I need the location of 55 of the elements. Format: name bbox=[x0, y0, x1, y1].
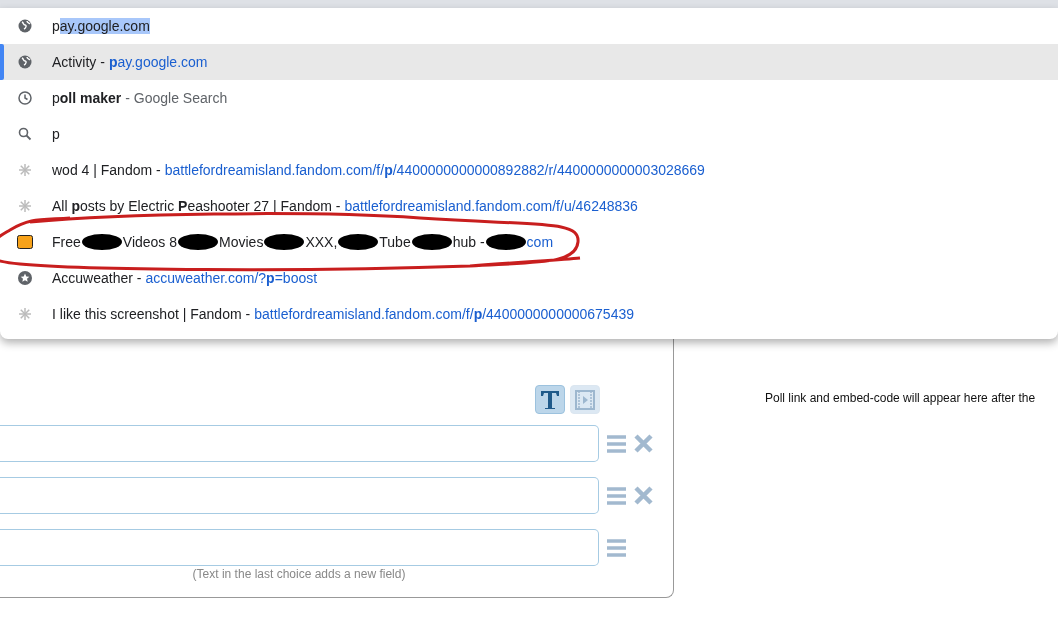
suggestion-item[interactable]: Accuweather - accuweather.com/?p=boost bbox=[0, 260, 1058, 296]
redaction-mark bbox=[178, 233, 219, 251]
redaction-mark bbox=[264, 233, 305, 251]
flower-icon bbox=[17, 198, 33, 214]
suggestion-text: Activity - bbox=[52, 54, 105, 70]
drag-handle-icon[interactable] bbox=[607, 486, 626, 505]
redaction-mark bbox=[338, 233, 379, 251]
redaction-mark bbox=[81, 233, 122, 251]
suggestion-source: - Google Search bbox=[125, 90, 228, 106]
film-icon bbox=[574, 388, 596, 411]
suggestion-item[interactable]: I like this screenshot | Fandom - battlefordreamisland.fandom.com/f/p/4400000000000675439 bbox=[0, 296, 1058, 332]
site-logo-icon bbox=[17, 234, 33, 250]
suggestion-item[interactable]: wod 4 | Fandom - battlefordreamisland.fandom.com/f/p/4400000000000892882/r/4400000000003028669 bbox=[0, 152, 1058, 188]
globe-icon bbox=[17, 18, 33, 34]
drag-handle-icon[interactable] bbox=[607, 434, 626, 453]
choice-field[interactable] bbox=[0, 529, 599, 566]
suggestion-text: hub - bbox=[452, 234, 485, 250]
suggestion-text: Tube bbox=[379, 234, 411, 250]
choice-field[interactable] bbox=[0, 477, 599, 514]
result-note: Poll link and embed-code will appear here after the bbox=[765, 391, 1036, 407]
text-icon bbox=[539, 388, 561, 411]
drag-handle-icon[interactable] bbox=[607, 538, 626, 557]
choice-field[interactable] bbox=[0, 425, 599, 462]
search-icon bbox=[17, 126, 33, 142]
hint-text: (Text in the last choice adds a new field) bbox=[191, 567, 407, 581]
suggestion-item[interactable]: poll maker - Google Search bbox=[0, 80, 1058, 116]
suggestion-text: Accuweather - bbox=[52, 270, 142, 286]
suggestion-url: battlefordreamisland.fandom.com/f/p/4400000000000892882/r/4400000000003028669 bbox=[164, 162, 705, 178]
video-mode-button[interactable] bbox=[570, 385, 600, 414]
suggestion-item[interactable]: Free Videos 8 Movies XXX, Tube hub - com bbox=[0, 224, 1058, 260]
suggestion-text: p bbox=[52, 126, 60, 142]
suggestion-text: poll maker bbox=[52, 90, 122, 106]
redaction-mark bbox=[485, 233, 526, 251]
suggestion-url: battlefordreamisland.fandom.com/f/p/4400000000000675439 bbox=[254, 306, 634, 322]
suggestion-text: Movies bbox=[219, 234, 264, 250]
flower-icon bbox=[17, 306, 33, 322]
globe-icon bbox=[17, 54, 33, 70]
suggestion-text: Free bbox=[52, 234, 81, 250]
suggestion-text: Videos 8 bbox=[122, 234, 178, 250]
suggestion-item[interactable]: p bbox=[0, 116, 1058, 152]
redaction-mark bbox=[411, 233, 452, 251]
suggestion-text: wod 4 | Fandom - bbox=[52, 162, 161, 178]
suggestion-url: accuweather.com/?p=boost bbox=[145, 270, 318, 286]
suggestion-url: battlefordreamisland.fandom.com/f/u/46248836 bbox=[344, 198, 638, 214]
suggestion-url: pay.google.com bbox=[108, 54, 208, 70]
text-mode-button[interactable] bbox=[535, 385, 565, 414]
remove-icon[interactable] bbox=[634, 486, 653, 505]
suggestion-text: I like this screenshot | Fandom - bbox=[52, 306, 251, 322]
suggestion-item[interactable]: Activity - pay.google.com bbox=[0, 44, 1058, 80]
remove-icon[interactable] bbox=[634, 434, 653, 453]
clock-icon bbox=[17, 90, 33, 106]
omnibox-field[interactable]: pay.google.com bbox=[0, 8, 1058, 44]
suggestion-url: com bbox=[526, 234, 554, 250]
suggestion-text: XXX, bbox=[305, 234, 338, 250]
flower-icon bbox=[17, 162, 33, 178]
